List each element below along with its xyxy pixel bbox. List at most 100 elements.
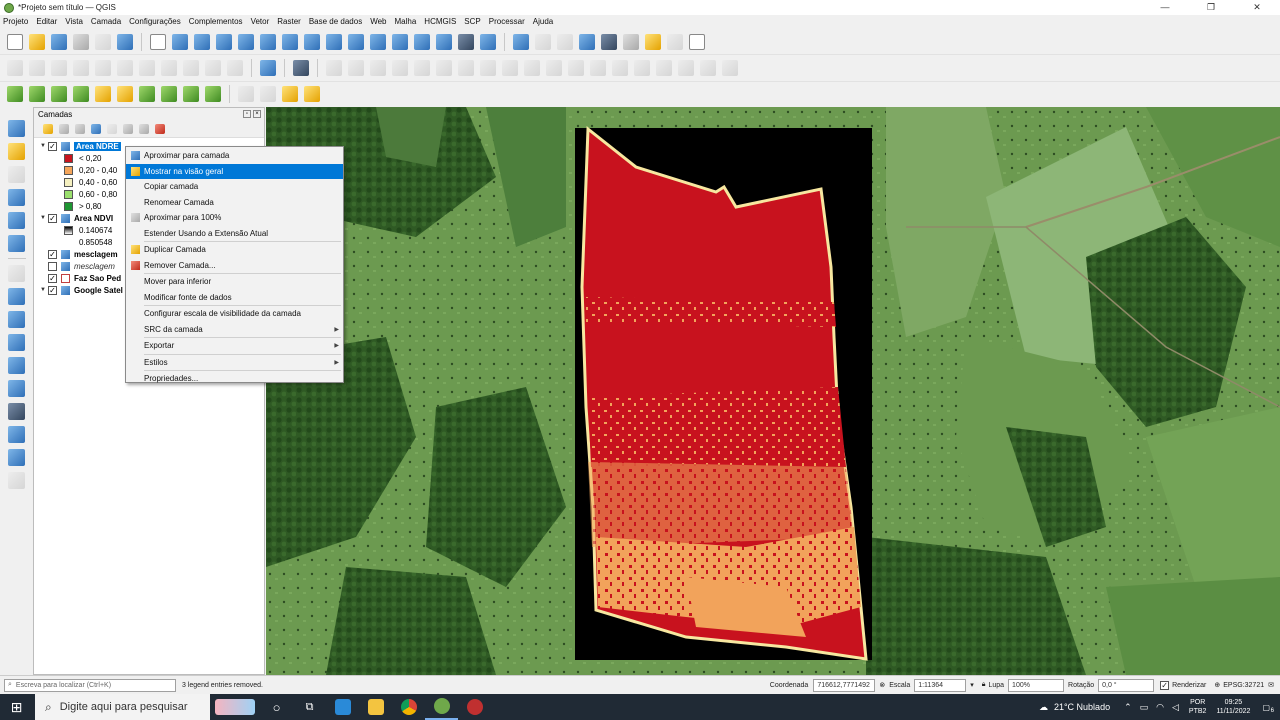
language-indicator[interactable]: POR	[1190, 698, 1205, 707]
temporal-controller-icon[interactable]	[458, 33, 474, 50]
show-bookmarks-icon[interactable]	[436, 33, 452, 50]
menu-item-export[interactable]: Exportar ▶	[126, 338, 343, 354]
histogram-stretch-icon[interactable]	[7, 86, 23, 102]
collapse-all-icon[interactable]	[139, 123, 149, 134]
new-geopackage-icon[interactable]	[8, 143, 25, 160]
move-feature-icon[interactable]	[370, 60, 386, 76]
add-delimited-text-icon[interactable]	[8, 189, 25, 206]
clock[interactable]: 09:25 11/11/2022	[1216, 698, 1250, 716]
add-postgis-icon[interactable]	[8, 288, 25, 305]
data-source-manager-icon[interactable]	[8, 120, 25, 137]
zoom-out-icon[interactable]	[216, 33, 232, 50]
lock-icon[interactable]: 🔒︎	[982, 681, 986, 689]
wifi-icon[interactable]: ◠	[1156, 702, 1164, 713]
minimize-button[interactable]: —	[1142, 2, 1188, 13]
map-canvas[interactable]	[266, 107, 1280, 675]
rotate-point-icon[interactable]	[678, 60, 694, 76]
offset-curve-icon[interactable]	[568, 60, 584, 76]
increase-gamma-icon[interactable]	[183, 86, 199, 102]
increase-contrast-icon[interactable]	[139, 86, 155, 102]
taskbar-search-box[interactable]: ⌕ Digite aqui para pesquisar	[35, 694, 210, 720]
menu-complementos[interactable]: Complementos	[189, 17, 243, 26]
menu-base-de-dados[interactable]: Base de dados	[309, 17, 362, 26]
current-edits-icon[interactable]	[7, 60, 23, 76]
menu-item-remove-layer[interactable]: Remover Camada...	[126, 258, 343, 274]
new-project-icon[interactable]	[7, 33, 23, 50]
zoom-in-icon[interactable]	[194, 33, 210, 50]
select-by-expression-icon[interactable]	[304, 86, 320, 102]
task-view-icon[interactable]: ⧉	[293, 694, 326, 720]
statistics-icon[interactable]	[601, 33, 617, 50]
menu-ajuda[interactable]: Ajuda	[533, 17, 553, 26]
menu-item-scale-visibility[interactable]: Configurar escala de visibilidade da cam…	[126, 306, 343, 322]
add-feature-icon[interactable]	[73, 60, 89, 76]
cortana-icon[interactable]: ○	[260, 694, 293, 720]
add-wcs-icon[interactable]	[8, 426, 25, 443]
delete-ring-icon[interactable]	[502, 60, 518, 76]
scale-dropdown-icon[interactable]: ▾	[970, 681, 974, 689]
locate-feature-icon[interactable]	[667, 33, 683, 50]
save-as-icon[interactable]	[73, 33, 89, 50]
add-virtual-layer-icon[interactable]	[8, 357, 25, 374]
zoom-selection-icon[interactable]	[260, 33, 276, 50]
menu-item-move-to-bottom[interactable]: Mover para inferior	[126, 274, 343, 290]
menu-hcmgis[interactable]: HCMGIS	[424, 17, 456, 26]
weather-text[interactable]: 21°C Nublado	[1054, 702, 1110, 712]
add-group-icon[interactable]	[59, 123, 69, 134]
crs-button[interactable]: EPSG:32721	[1223, 682, 1264, 689]
zoom-last-icon[interactable]	[326, 33, 342, 50]
print-layout-icon[interactable]	[95, 33, 111, 50]
pan-to-selection-icon[interactable]	[172, 33, 188, 50]
toggle-editing-icon[interactable]	[29, 60, 45, 76]
add-ring-icon[interactable]	[436, 60, 452, 76]
menu-item-zoom-to-layer[interactable]: Aproximar para camada	[126, 148, 343, 164]
menu-web[interactable]: Web	[370, 17, 386, 26]
cut-features-icon[interactable]	[139, 60, 155, 76]
search-highlight-image[interactable]	[210, 694, 260, 720]
menu-item-stretch-extent[interactable]: Estender Usando a Extensão Atual	[126, 226, 343, 242]
identify-icon[interactable]	[513, 33, 529, 50]
collapse-arrow-icon[interactable]: ▼	[38, 143, 48, 149]
close-panel-button[interactable]: ×	[253, 110, 261, 118]
field-calculator-icon[interactable]	[557, 33, 573, 50]
split-parts-icon[interactable]	[612, 60, 628, 76]
zoom-layer-icon[interactable]	[282, 33, 298, 50]
menu-item-properties[interactable]: Propriedades...	[126, 371, 343, 387]
refresh-icon[interactable]	[480, 33, 496, 50]
delete-selected-icon[interactable]	[117, 60, 133, 76]
decrease-gamma-icon[interactable]	[205, 86, 221, 102]
select-features-icon[interactable]	[238, 86, 254, 102]
decrease-brightness-icon[interactable]	[117, 86, 133, 102]
zoom-native-icon[interactable]	[304, 33, 320, 50]
new-map-view-icon[interactable]	[370, 33, 386, 50]
filter-expression-icon[interactable]	[107, 123, 117, 134]
rotation-field[interactable]: 0,0 °	[1098, 678, 1155, 692]
style-manager-icon[interactable]	[117, 33, 133, 50]
collapse-arrow-icon[interactable]: ▼	[38, 215, 48, 221]
add-wms-icon[interactable]	[8, 380, 25, 397]
deselect-all-icon[interactable]	[282, 86, 298, 102]
qgis-taskbar-icon[interactable]	[425, 694, 458, 720]
recorder-icon[interactable]	[458, 694, 491, 720]
new-temporary-layer-icon[interactable]	[8, 472, 25, 489]
local-histogram-icon[interactable]	[29, 86, 45, 102]
add-part-icon[interactable]	[458, 60, 474, 76]
menu-item-zoom-100[interactable]: Aproximar para 100%	[126, 210, 343, 226]
split-features-icon[interactable]	[590, 60, 606, 76]
style-panel-icon[interactable]	[43, 123, 53, 134]
manage-themes-icon[interactable]	[75, 123, 85, 134]
zoom-full-icon[interactable]	[238, 33, 254, 50]
menu-vista[interactable]: Vista	[65, 17, 83, 26]
scale-field[interactable]: 1:11364	[914, 678, 967, 692]
close-button[interactable]: ✕	[1234, 2, 1280, 13]
help-icon[interactable]	[293, 60, 309, 76]
processing-toolbox-icon[interactable]	[579, 33, 595, 50]
volume-icon[interactable]: ◁	[1172, 702, 1179, 713]
select-by-value-icon[interactable]	[260, 86, 276, 102]
expand-all-icon[interactable]	[123, 123, 133, 134]
full-stretch-icon[interactable]	[51, 86, 67, 102]
new-3d-view-icon[interactable]	[392, 33, 408, 50]
layer-visibility-checkbox[interactable]: ✓	[48, 249, 57, 259]
menu-raster[interactable]: Raster	[277, 17, 301, 26]
vertex-tool-icon[interactable]	[95, 60, 111, 76]
